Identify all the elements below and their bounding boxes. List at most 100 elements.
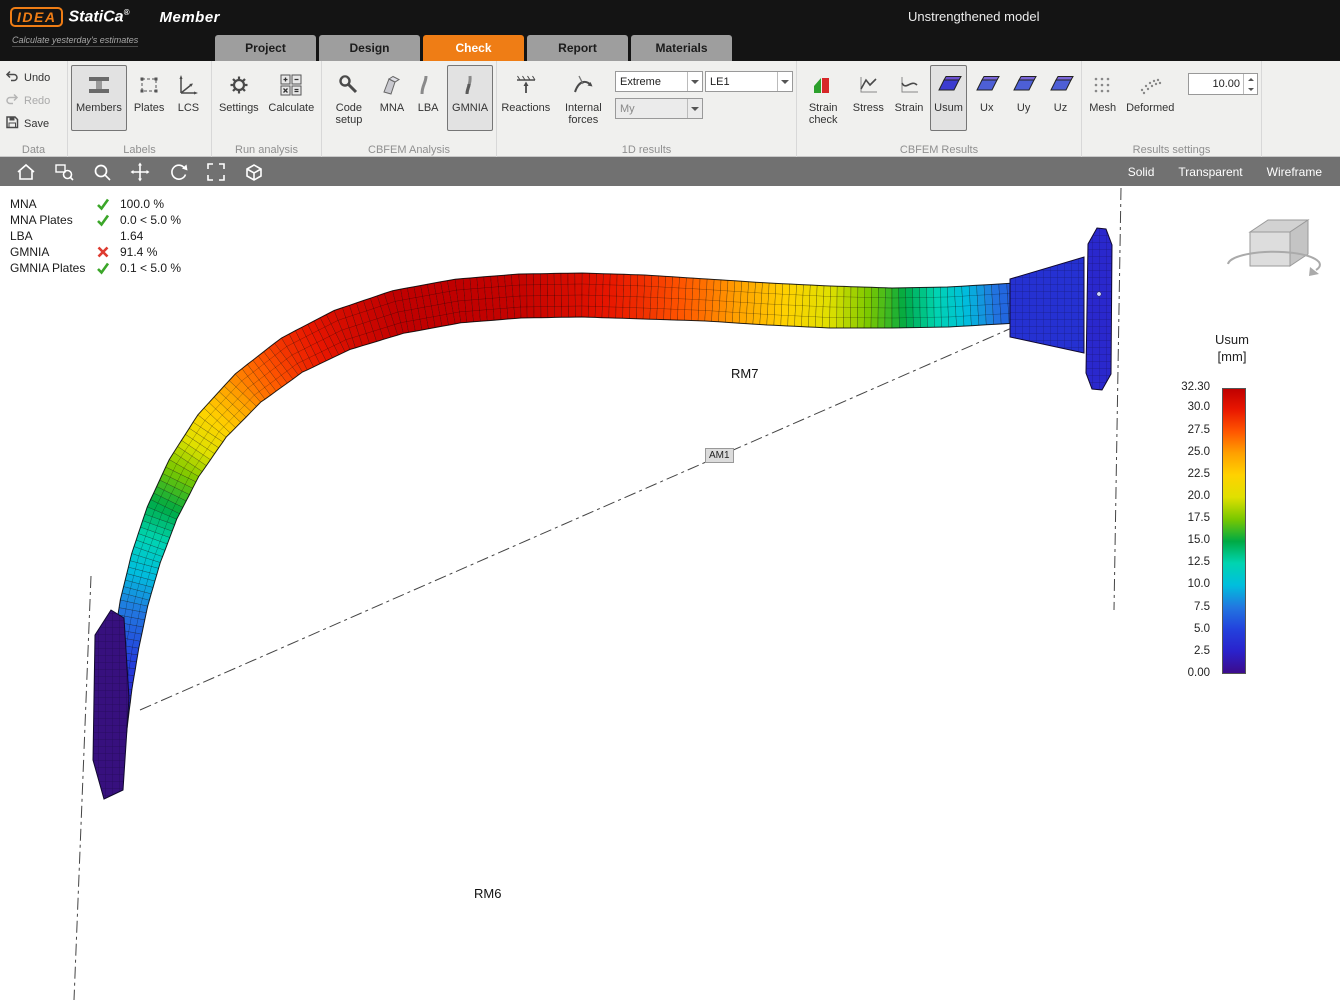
deformed-scale-value: 10.00 (1189, 74, 1243, 94)
undo-label: Undo (24, 72, 50, 84)
reactions-icon (513, 69, 539, 101)
settings-label: Settings (219, 102, 259, 115)
uy-button[interactable]: Uy (1006, 65, 1041, 131)
strain-icon (897, 69, 921, 101)
settings-button[interactable]: Settings (215, 65, 263, 131)
mna-button[interactable]: MNA (375, 65, 409, 131)
usum-icon (936, 69, 962, 101)
internal-forces-button[interactable]: Internal forces (554, 65, 613, 131)
calculate-button[interactable]: Calculate (265, 65, 318, 131)
home-view-icon[interactable] (14, 160, 38, 184)
mode-solid[interactable]: Solid (1128, 165, 1155, 179)
gmnia-button[interactable]: GMNIA (447, 65, 493, 131)
view-tools (0, 160, 266, 184)
ribbon-tab-strip: Calculate yesterday's estimates Project … (0, 34, 1340, 61)
wrench-icon (337, 69, 361, 101)
internal-forces-label: Internal forces (559, 102, 608, 127)
clipping-box-icon[interactable] (242, 160, 266, 184)
stress-button[interactable]: Stress (848, 65, 888, 131)
deformed-scale-spinner[interactable]: 10.00 (1188, 73, 1258, 95)
tab-report[interactable]: Report (527, 35, 628, 61)
uy-label: Uy (1017, 102, 1030, 115)
strain-check-button[interactable]: Strain check (800, 65, 846, 131)
stress-icon (856, 69, 880, 101)
document-title: Unstrengthened model (908, 9, 1040, 24)
model-viewport[interactable]: MNA 100.0 % MNA Plates 0.0 < 5.0 % LBA 1… (0, 186, 1340, 1002)
ribbon-tabs: Project Design Check Report Materials (215, 35, 732, 61)
lba-icon (416, 69, 440, 101)
spinner-down-icon[interactable] (1244, 84, 1257, 94)
check-pass-icon (96, 197, 120, 211)
pan-icon[interactable] (128, 160, 152, 184)
deformed-icon (1138, 69, 1162, 101)
undo-button[interactable]: Undo (5, 69, 50, 86)
render-modes: Solid Transparent Wireframe (1128, 165, 1340, 179)
rotate-icon[interactable] (166, 160, 190, 184)
plates-button[interactable]: Plates (129, 65, 170, 131)
summary-label: MNA Plates (10, 213, 96, 227)
legend-tick-label: 17.5 (1150, 512, 1210, 524)
summary-label: LBA (10, 229, 96, 243)
gmnia-icon (458, 69, 482, 101)
app-name: Member (159, 9, 220, 26)
extreme-dropdown[interactable]: Extreme (615, 71, 703, 92)
zoom-fit-icon[interactable] (204, 160, 228, 184)
group-cbfem-results: Strain check Stress Strain Usum Ux Uy Uz… (797, 61, 1082, 157)
summary-row: GMNIA 91.4 % (10, 244, 181, 260)
mna-icon (380, 69, 404, 101)
load-case-dropdown-value: LE1 (706, 76, 777, 88)
ux-label: Ux (980, 102, 993, 115)
strain-button[interactable]: Strain (890, 65, 928, 131)
mode-transparent[interactable]: Transparent (1178, 165, 1242, 179)
lcs-button[interactable]: LCS (171, 65, 205, 131)
mna-label: MNA (380, 102, 404, 115)
lba-label: LBA (418, 102, 439, 115)
summary-label: GMNIA Plates (10, 261, 96, 275)
mesh-button[interactable]: Mesh (1085, 65, 1120, 131)
lba-button[interactable]: LBA (411, 65, 445, 131)
mode-wireframe[interactable]: Wireframe (1267, 165, 1322, 179)
ux-icon (974, 69, 1000, 101)
strain-check-icon (811, 69, 835, 101)
tab-project[interactable]: Project (215, 35, 316, 61)
legend-title: Usum (1196, 332, 1268, 347)
tab-check[interactable]: Check (423, 35, 524, 61)
usum-button[interactable]: Usum (930, 65, 968, 131)
load-case-dropdown[interactable]: LE1 (705, 71, 793, 92)
uz-button[interactable]: Uz (1043, 65, 1078, 131)
group-results-settings-caption: Results settings (1082, 144, 1261, 156)
reactions-button[interactable]: Reactions (500, 65, 552, 131)
summary-value: 0.0 < 5.0 % (120, 213, 181, 227)
my-dropdown[interactable]: My (615, 98, 703, 119)
member-mesh (103, 273, 1017, 767)
group-labels: Members Plates LCS Labels (68, 61, 212, 157)
lcs-icon (176, 69, 200, 101)
tab-materials[interactable]: Materials (631, 35, 732, 61)
slogan-text: Calculate yesterday's estimates (12, 35, 138, 47)
tab-design[interactable]: Design (319, 35, 420, 61)
model-canvas[interactable] (0, 186, 1340, 1002)
check-pass-icon (96, 213, 120, 227)
statica-logo-text: StatiCa® (68, 8, 129, 26)
redo-button[interactable]: Redo (5, 92, 50, 109)
summary-value: 1.64 (120, 229, 143, 243)
code-setup-label: Code setup (330, 102, 368, 127)
chevron-down-icon (687, 72, 702, 91)
summary-value: 100.0 % (120, 197, 164, 211)
mesh-icon (1091, 69, 1115, 101)
zoom-icon[interactable] (90, 160, 114, 184)
zoom-window-icon[interactable] (52, 160, 76, 184)
code-setup-button[interactable]: Code setup (325, 65, 373, 131)
legend-tick-label: 7.5 (1150, 601, 1210, 613)
summary-value: 91.4 % (120, 245, 157, 259)
save-icon (5, 115, 19, 132)
deformed-button[interactable]: Deformed (1122, 65, 1178, 131)
gmnia-label: GMNIA (452, 102, 488, 115)
orientation-cube[interactable] (1220, 204, 1324, 288)
members-button[interactable]: Members (71, 65, 127, 131)
ux-button[interactable]: Ux (969, 65, 1004, 131)
save-button[interactable]: Save (5, 115, 50, 132)
spinner-up-icon[interactable] (1244, 74, 1257, 84)
legend-tick-label: 27.5 (1150, 424, 1210, 436)
plates-label: Plates (134, 102, 165, 115)
